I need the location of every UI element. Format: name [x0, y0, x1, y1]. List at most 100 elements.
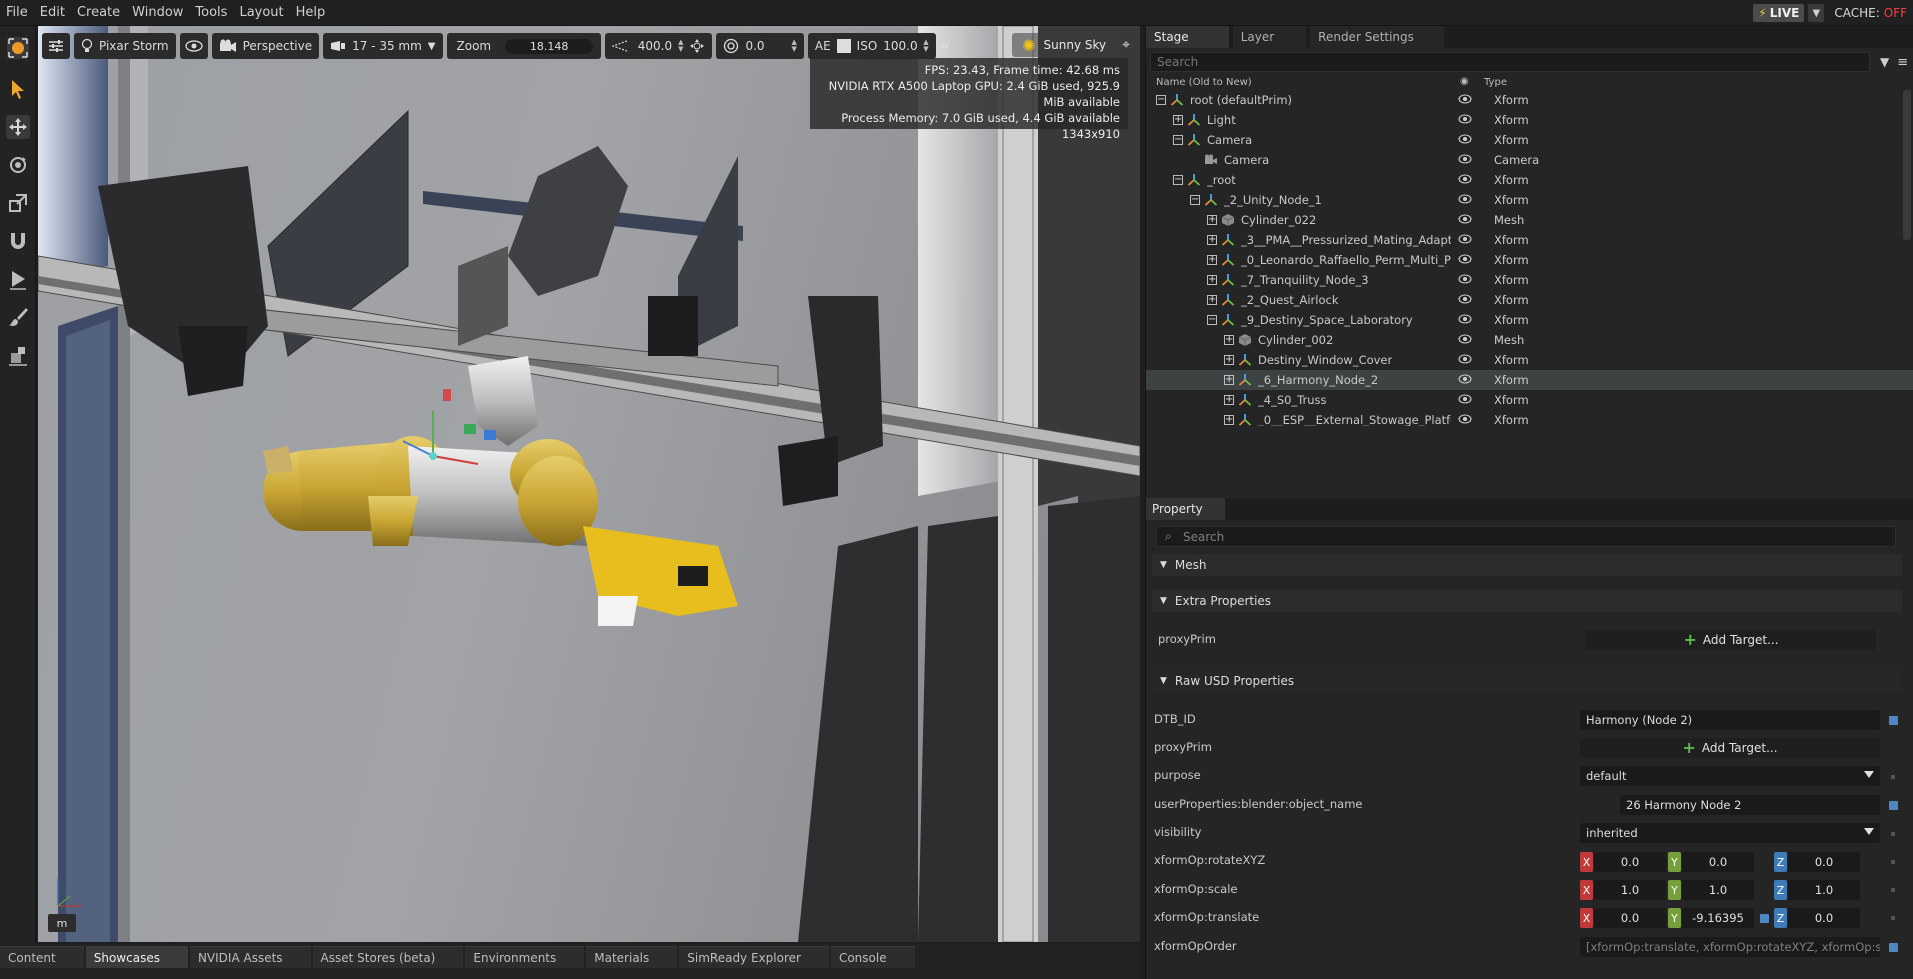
collapse-icon[interactable]: −	[1173, 175, 1183, 185]
menu-layout[interactable]: Layout	[233, 5, 289, 20]
menu-file[interactable]: File	[0, 5, 34, 20]
sky-button[interactable]: ✺ Sunny Sky	[1012, 33, 1117, 57]
translate-z-field[interactable]: 0.0	[1788, 908, 1860, 928]
physics-tool-button[interactable]	[0, 336, 36, 374]
visibility-eye-icon[interactable]	[1458, 154, 1472, 164]
col-name-header[interactable]: Name (Old to New)	[1156, 77, 1252, 88]
visibility-button[interactable]	[179, 33, 208, 59]
visibility-eye-icon[interactable]	[1458, 314, 1472, 324]
override-indicator[interactable]	[1760, 914, 1769, 923]
visibility-eye-icon[interactable]	[1458, 254, 1472, 264]
visibility-eye-icon[interactable]	[1458, 334, 1472, 344]
rotate-y-field[interactable]: 0.0	[1682, 852, 1754, 872]
expand-icon[interactable]: +	[1207, 275, 1217, 285]
ae-checkbox[interactable]	[836, 39, 851, 53]
tree-row[interactable]: + _7_Tranquility_Node_3 Xform	[1146, 270, 1913, 290]
property-search-input[interactable]: ⌕ Search	[1156, 526, 1896, 547]
iss-scene-render[interactable]	[38, 26, 1140, 942]
visibility-eye-icon[interactable]	[1458, 294, 1472, 304]
tree-row[interactable]: + Destiny_Window_Cover Xform	[1146, 350, 1913, 370]
tree-row[interactable]: + _4_S0_Truss Xform	[1146, 390, 1913, 410]
tab-stage[interactable]: Stage	[1146, 26, 1229, 48]
xform-order-field[interactable]: [xformOp:translate, xformOp:rotateXYZ, x…	[1580, 937, 1880, 957]
expand-icon[interactable]: +	[1224, 395, 1234, 405]
section-mesh[interactable]: ▼ Mesh	[1152, 554, 1902, 576]
expand-icon[interactable]: +	[1207, 235, 1217, 245]
col-visibility-eye-icon[interactable]: ◉	[1460, 76, 1469, 87]
visibility-eye-icon[interactable]	[1458, 174, 1472, 184]
visibility-eye-icon[interactable]	[1458, 414, 1472, 424]
expand-icon[interactable]: +	[1207, 295, 1217, 305]
menu-icon[interactable]: ≡	[1897, 55, 1908, 70]
filter-icon[interactable]: ▼	[1880, 55, 1889, 69]
select-mode-button[interactable]	[0, 26, 36, 70]
collapse-icon[interactable]: −	[1190, 195, 1200, 205]
expand-icon[interactable]: +	[1224, 335, 1234, 345]
translate-x-field[interactable]: 0.0	[1594, 908, 1666, 928]
expand-icon[interactable]: +	[1207, 255, 1217, 265]
visibility-eye-icon[interactable]	[1458, 134, 1472, 144]
expand-icon[interactable]: +	[1173, 115, 1183, 125]
col-type-header[interactable]: Type	[1484, 77, 1507, 88]
tab-console[interactable]: Console	[830, 946, 915, 968]
collapse-toolbar-button[interactable]: «	[940, 36, 951, 56]
visibility-eye-icon[interactable]	[1458, 214, 1472, 224]
tab-nvidia-assets[interactable]: NVIDIA Assets	[189, 946, 311, 968]
tree-row[interactable]: + _3__PMA__Pressurized_Mating_Adapter_1 Xf…	[1146, 230, 1913, 250]
visibility-eye-icon[interactable]	[1458, 354, 1472, 364]
menu-edit[interactable]: Edit	[34, 5, 71, 20]
move-tool-button[interactable]	[0, 108, 36, 146]
viewport-settings-button[interactable]	[42, 33, 70, 59]
viewport[interactable]: Pixar Storm Perspective 17 - 35 mm ▼ Zoo…	[38, 26, 1140, 942]
menu-create[interactable]: Create	[71, 5, 126, 20]
tree-row[interactable]: + Cylinder_002 Mesh	[1146, 330, 1913, 350]
tree-row[interactable]: + _0__ESP__External_Stowage_Platform_1 Xfo…	[1146, 410, 1913, 426]
expand-icon[interactable]: +	[1224, 355, 1234, 365]
visibility-dropdown[interactable]: inherited	[1580, 823, 1880, 843]
scale-z-field[interactable]: 1.0	[1788, 880, 1860, 900]
visibility-eye-icon[interactable]	[1458, 374, 1472, 384]
tab-asset-stores[interactable]: Asset Stores (beta)	[312, 946, 464, 968]
section-extra-properties[interactable]: ▼ Extra Properties	[1152, 590, 1902, 612]
frame-arrows-icon[interactable]	[689, 38, 705, 54]
visibility-eye-icon[interactable]	[1458, 234, 1472, 244]
focal-spinner[interactable]: ▲ ▼	[678, 39, 683, 53]
tree-row[interactable]: + _6_Harmony_Node_2 Xform	[1146, 370, 1913, 390]
tree-row[interactable]: + _0_Leonardo_Raffaello_Perm_Multi_Purpos…	[1146, 250, 1913, 270]
tree-row[interactable]: Camera Camera	[1146, 150, 1913, 170]
visibility-eye-icon[interactable]	[1458, 394, 1472, 404]
visibility-eye-icon[interactable]	[1458, 94, 1472, 104]
override-indicator[interactable]	[1889, 716, 1898, 725]
camera-button[interactable]: Perspective	[211, 33, 320, 59]
zoom-field[interactable]: 18.148	[505, 38, 594, 54]
scale-x-field[interactable]: 1.0	[1594, 880, 1666, 900]
translate-y-field[interactable]: -9.16395	[1682, 908, 1754, 928]
object-name-field[interactable]: 26 Harmony Node 2	[1620, 795, 1880, 815]
menu-help[interactable]: Help	[290, 5, 332, 20]
stage-search-input[interactable]	[1150, 52, 1870, 72]
live-dropdown-button[interactable]: ▼	[1808, 4, 1825, 22]
tab-materials[interactable]: Materials	[586, 946, 678, 968]
location-pin-icon[interactable]: ⌖	[1122, 37, 1130, 53]
tab-simready-explorer[interactable]: SimReady Explorer	[679, 946, 829, 968]
live-button[interactable]: ⚡ LIVE	[1753, 4, 1805, 22]
iso-value[interactable]: 100.0	[883, 39, 917, 53]
tab-content[interactable]: Content	[0, 946, 84, 968]
tree-row[interactable]: + Cylinder_022 Mesh	[1146, 210, 1913, 230]
scale-tool-button[interactable]	[0, 184, 36, 222]
collapse-icon[interactable]: −	[1173, 135, 1183, 145]
visibility-eye-icon[interactable]	[1458, 114, 1472, 124]
tree-row[interactable]: − _2_Unity_Node_1 Xform	[1146, 190, 1913, 210]
tab-environments[interactable]: Environments	[465, 946, 585, 968]
override-indicator[interactable]	[1889, 801, 1898, 810]
renderer-button[interactable]: Pixar Storm	[74, 33, 176, 59]
rotate-x-field[interactable]: 0.0	[1594, 852, 1666, 872]
visibility-eye-icon[interactable]	[1458, 274, 1472, 284]
expand-icon[interactable]: +	[1224, 375, 1234, 385]
scale-y-field[interactable]: 1.0	[1682, 880, 1754, 900]
raw-add-target-button[interactable]: + Add Target...	[1580, 738, 1880, 758]
snap-button[interactable]	[0, 222, 36, 260]
paint-tool-button[interactable]	[0, 298, 36, 336]
visibility-eye-icon[interactable]	[1458, 194, 1472, 204]
play-button[interactable]	[0, 260, 36, 298]
